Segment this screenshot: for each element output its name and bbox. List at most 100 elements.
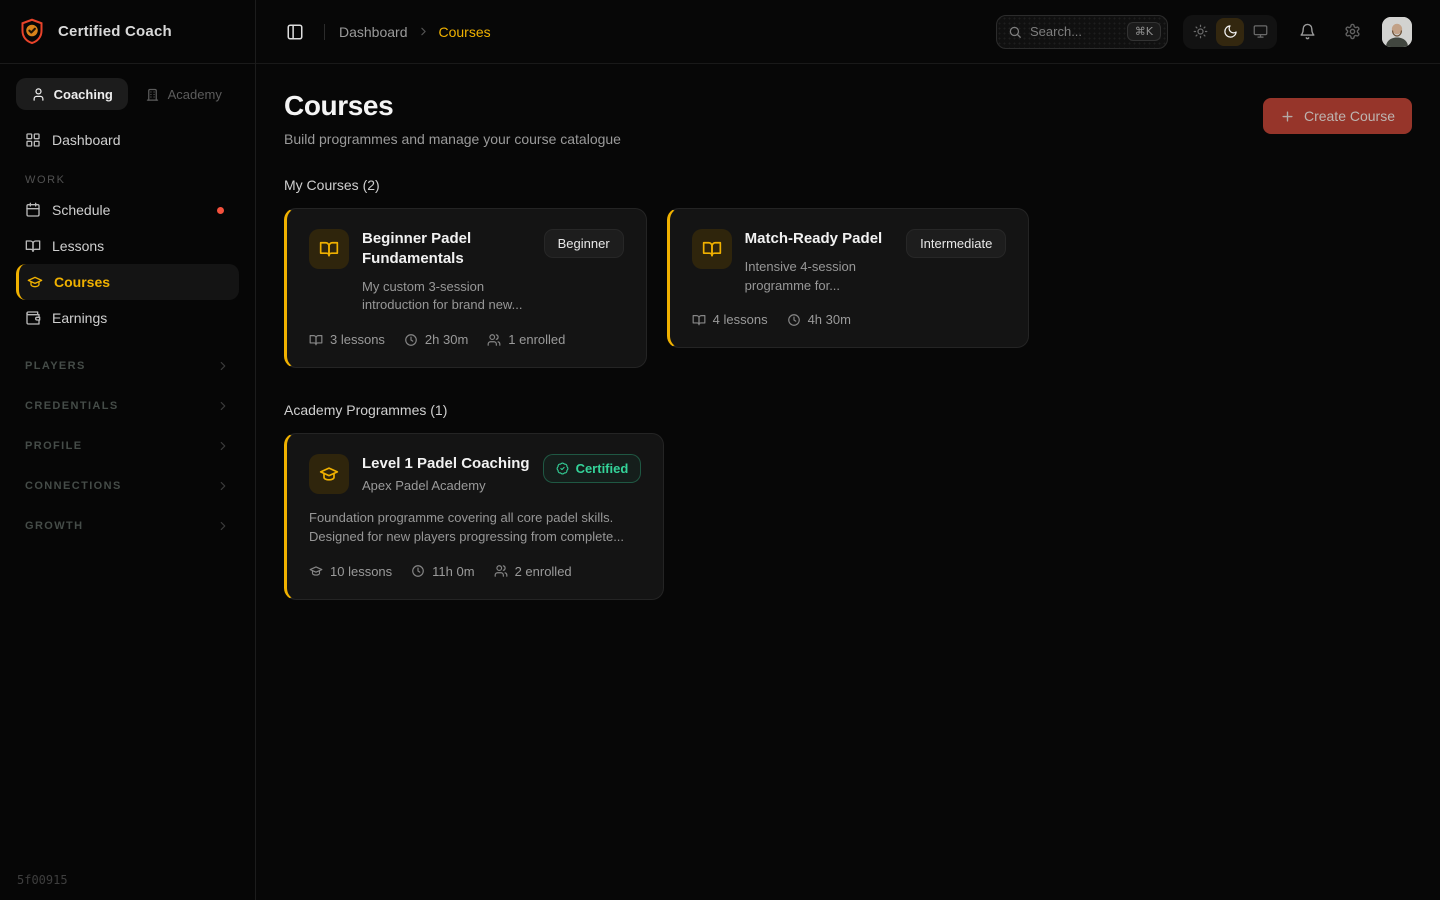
card-header: Beginner Padel Fundamentals My custom 3-…: [309, 229, 624, 315]
sidebar-section-credentials[interactable]: CREDENTIALS: [16, 386, 239, 426]
wallet-icon: [25, 310, 41, 326]
search-box[interactable]: ⌘K: [996, 15, 1168, 49]
book-open-icon: [309, 229, 349, 269]
mode-tabs: Coaching Academy: [16, 78, 239, 110]
sidebar-item-lessons[interactable]: Lessons: [16, 228, 239, 264]
chevron-right-icon: [216, 519, 230, 533]
duration-stat: 2h 30m: [404, 332, 468, 347]
page-header-text: Courses Build programmes and manage your…: [284, 90, 621, 147]
sidebar-item-dashboard[interactable]: Dashboard: [16, 122, 239, 158]
sidebar-section-players[interactable]: PLAYERS: [16, 346, 239, 386]
sidebar-section-profile[interactable]: PROFILE: [16, 426, 239, 466]
breadcrumb-dashboard[interactable]: Dashboard: [339, 24, 408, 40]
notifications-button[interactable]: [1292, 17, 1322, 47]
tab-academy-label: Academy: [168, 87, 222, 102]
card-header: Level 1 Padel Coaching Apex Padel Academ…: [309, 454, 641, 494]
lessons-count: 3 lessons: [330, 332, 385, 347]
certified-badge: Certified: [543, 454, 642, 483]
user-icon: [31, 87, 46, 102]
duration-stat: 11h 0m: [411, 564, 474, 579]
course-card-beginner-padel-fundamentals[interactable]: Beginner Padel Fundamentals My custom 3-…: [284, 208, 647, 368]
sidebar-item-label: Lessons: [52, 238, 104, 254]
clock-icon: [404, 333, 418, 347]
card-title-block: Beginner Padel Fundamentals My custom 3-…: [362, 229, 531, 315]
sidebar-section-growth[interactable]: GROWTH: [16, 506, 239, 546]
theme-light-button[interactable]: [1186, 18, 1214, 46]
enrolled-stat: 2 enrolled: [494, 564, 572, 579]
keyboard-shortcut-badge: ⌘K: [1127, 22, 1161, 41]
create-course-label: Create Course: [1304, 108, 1395, 124]
notification-dot: [217, 207, 224, 214]
layout-grid-icon: [25, 132, 41, 148]
level-badge: Beginner: [544, 229, 624, 258]
page-title: Courses: [284, 90, 621, 122]
clock-icon: [411, 564, 425, 578]
build-id: 5f00915: [0, 873, 255, 900]
theme-switcher: [1183, 15, 1277, 49]
section-label: PLAYERS: [25, 360, 86, 372]
card-title-block: Match-Ready Padel Intensive 4-session pr…: [745, 229, 893, 295]
enrolled-count: 1 enrolled: [508, 332, 565, 347]
sidebar-item-schedule[interactable]: Schedule: [16, 192, 239, 228]
page-header: Courses Build programmes and manage your…: [284, 90, 1412, 147]
duration-value: 11h 0m: [432, 564, 474, 579]
sidebar-item-courses[interactable]: Courses: [16, 264, 239, 300]
course-description: Intensive 4-session programme for...: [745, 258, 893, 296]
lessons-stat: 3 lessons: [309, 332, 385, 347]
certified-label: Certified: [576, 461, 629, 476]
course-title: Beginner Padel Fundamentals: [362, 229, 531, 269]
topbar: Dashboard Courses ⌘K: [256, 0, 1440, 64]
sidebar-section-connections[interactable]: CONNECTIONS: [16, 466, 239, 506]
sidebar-item-label: Schedule: [52, 202, 110, 218]
theme-system-button[interactable]: [1246, 18, 1274, 46]
plus-icon: [1280, 109, 1295, 124]
shield-check-logo-icon: [17, 17, 47, 47]
graduation-cap-icon: [27, 274, 43, 290]
my-courses-grid: Beginner Padel Fundamentals My custom 3-…: [284, 208, 1412, 368]
tab-coaching-label: Coaching: [54, 87, 113, 102]
enrolled-count: 2 enrolled: [515, 564, 572, 579]
academy-programmes-grid: Level 1 Padel Coaching Apex Padel Academ…: [284, 433, 1412, 600]
duration-stat: 4h 30m: [787, 312, 851, 327]
course-stats: 3 lessons 2h 30m 1 enrolled: [309, 332, 624, 347]
course-description: Foundation programme covering all core p…: [309, 509, 641, 547]
duration-value: 4h 30m: [808, 312, 851, 327]
course-stats: 4 lessons 4h 30m: [692, 312, 1007, 327]
settings-button[interactable]: [1337, 17, 1367, 47]
course-card-match-ready-padel[interactable]: Match-Ready Padel Intensive 4-session pr…: [667, 208, 1030, 348]
page-subtitle: Build programmes and manage your course …: [284, 131, 621, 147]
sidebar-item-label: Earnings: [52, 310, 107, 326]
tab-coaching[interactable]: Coaching: [16, 78, 128, 110]
course-stats: 10 lessons 11h 0m 2 enrolled: [309, 564, 641, 579]
sidebar-item-label: Courses: [54, 274, 110, 290]
create-course-button[interactable]: Create Course: [1263, 98, 1412, 134]
search-input[interactable]: [1030, 24, 1119, 39]
lessons-stat: 10 lessons: [309, 564, 392, 579]
brand-name: Certified Coach: [58, 23, 172, 40]
brand-header: Certified Coach: [0, 0, 255, 64]
theme-dark-button[interactable]: [1216, 18, 1244, 46]
chevron-right-icon: [216, 359, 230, 373]
user-avatar[interactable]: [1382, 17, 1412, 47]
moon-icon: [1223, 24, 1238, 39]
sidebar-item-earnings[interactable]: Earnings: [16, 300, 239, 336]
academy-name: Apex Padel Academy: [362, 478, 530, 493]
topbar-actions: ⌘K: [996, 15, 1412, 49]
app-window: Certified Coach Coaching Academy: [0, 0, 1440, 900]
sidebar-toggle-button[interactable]: [280, 17, 310, 47]
book-open-icon: [309, 333, 323, 347]
card-header: Match-Ready Padel Intensive 4-session pr…: [692, 229, 1007, 295]
users-icon: [487, 333, 501, 347]
sidebar-nav: Coaching Academy Dashboard WORK: [0, 64, 255, 873]
lessons-count: 4 lessons: [713, 312, 768, 327]
card-title-block: Level 1 Padel Coaching Apex Padel Academ…: [362, 454, 530, 494]
section-label: CREDENTIALS: [25, 400, 119, 412]
course-card-level-1-padel-coaching[interactable]: Level 1 Padel Coaching Apex Padel Academ…: [284, 433, 664, 600]
tab-academy[interactable]: Academy: [128, 78, 240, 110]
gear-icon: [1344, 23, 1361, 40]
avatar-photo: [1382, 17, 1412, 47]
panel-left-icon: [286, 23, 304, 41]
calendar-icon: [25, 202, 41, 218]
lessons-count: 10 lessons: [330, 564, 392, 579]
book-open-icon: [692, 229, 732, 269]
